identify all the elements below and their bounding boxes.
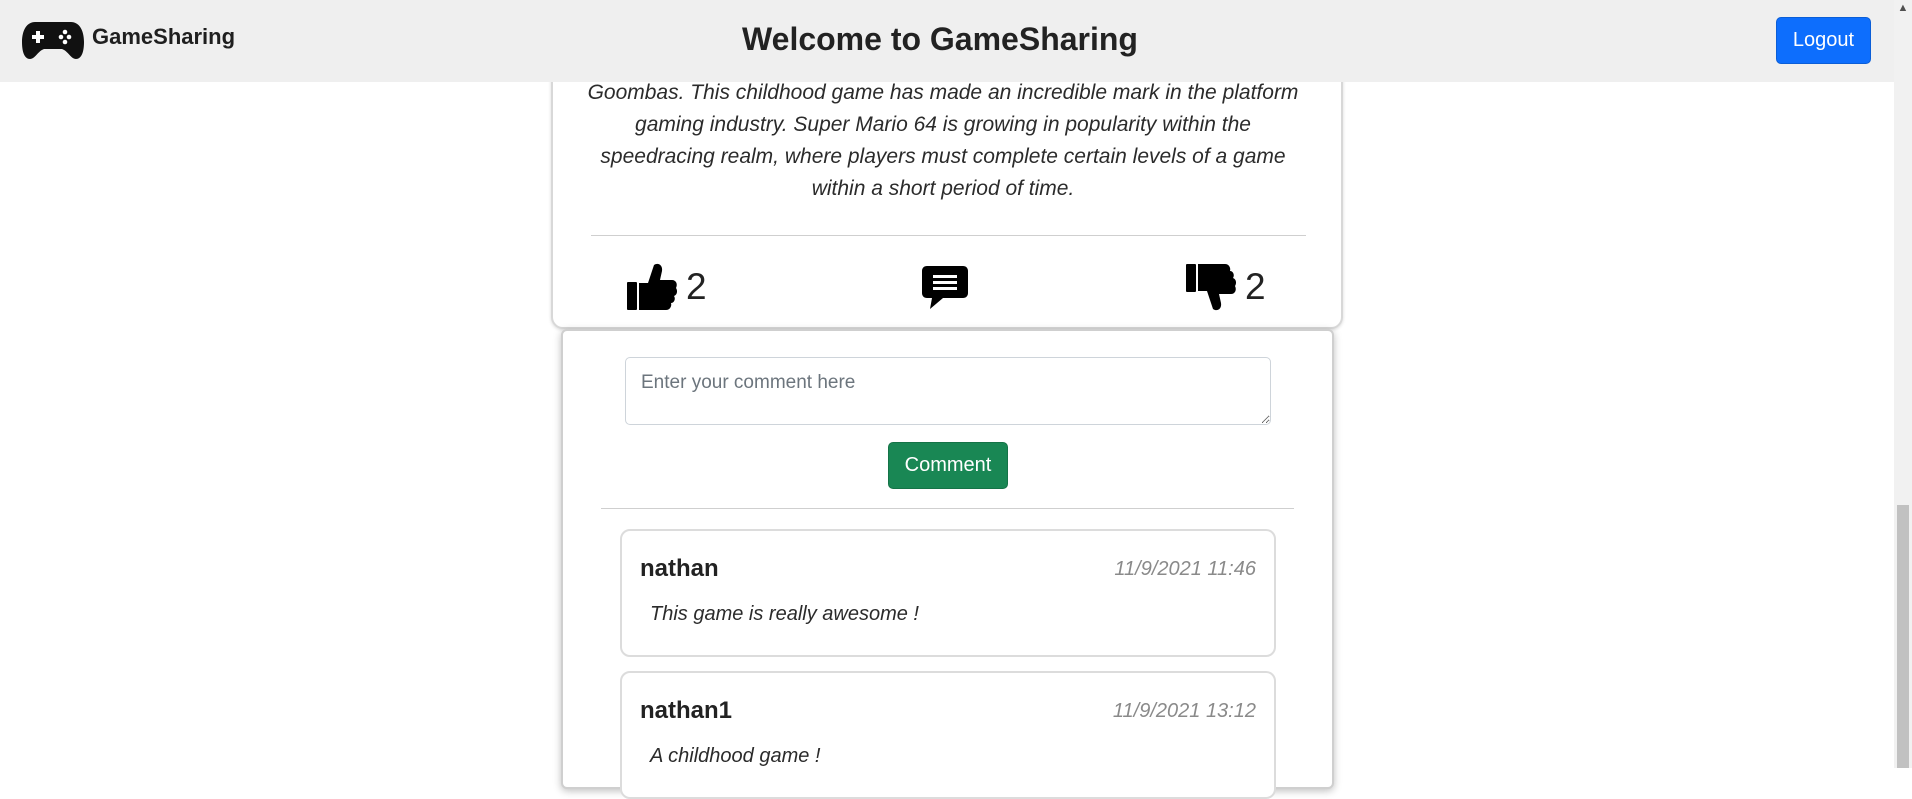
post-description: Goombas. This childhood game has made an…	[587, 81, 1299, 200]
comment-text: A childhood game !	[650, 745, 821, 767]
comment-author: nathan	[640, 555, 719, 582]
like-count: 2	[686, 266, 707, 307]
comment-author: nathan1	[640, 697, 733, 724]
comment-item: nathan 11/9/2021 11:46 This game is real…	[620, 529, 1276, 657]
comment-timestamp: 11/9/2021 11:46	[1114, 558, 1256, 580]
comment-panel: Comment nathan 11/9/2021 11:46 This game…	[561, 329, 1334, 799]
comment-input[interactable]	[625, 357, 1271, 425]
panel-divider	[601, 508, 1294, 509]
logout-button[interactable]: Logout	[1776, 17, 1871, 64]
comments-toggle-button[interactable]	[921, 257, 969, 317]
page-title: Welcome to GameSharing	[742, 21, 1138, 57]
post-divider	[591, 235, 1306, 236]
comment-icon	[922, 266, 968, 309]
thumbs-down-icon	[1186, 264, 1237, 311]
post-card: Goombas. This childhood game has made an…	[551, 40, 1343, 329]
like-button[interactable]: 2	[626, 257, 707, 317]
thumbs-up-icon	[627, 263, 678, 310]
top-navbar: GameSharing Welcome to GameSharing Logou…	[0, 0, 1894, 82]
dislike-button[interactable]: 2	[1185, 257, 1266, 317]
comment-timestamp: 11/9/2021 13:12	[1112, 700, 1256, 722]
page-scrollbar[interactable]: ▲	[1894, 0, 1912, 768]
comment-submit-button[interactable]: Comment	[888, 442, 1008, 489]
scroll-up-arrow-icon[interactable]: ▲	[1894, 0, 1912, 17]
scrollbar-thumb[interactable]	[1897, 505, 1909, 768]
comment-text: This game is really awesome !	[650, 603, 919, 625]
dislike-count: 2	[1245, 266, 1266, 307]
comment-item: nathan1 11/9/2021 13:12 A childhood game…	[620, 671, 1276, 799]
